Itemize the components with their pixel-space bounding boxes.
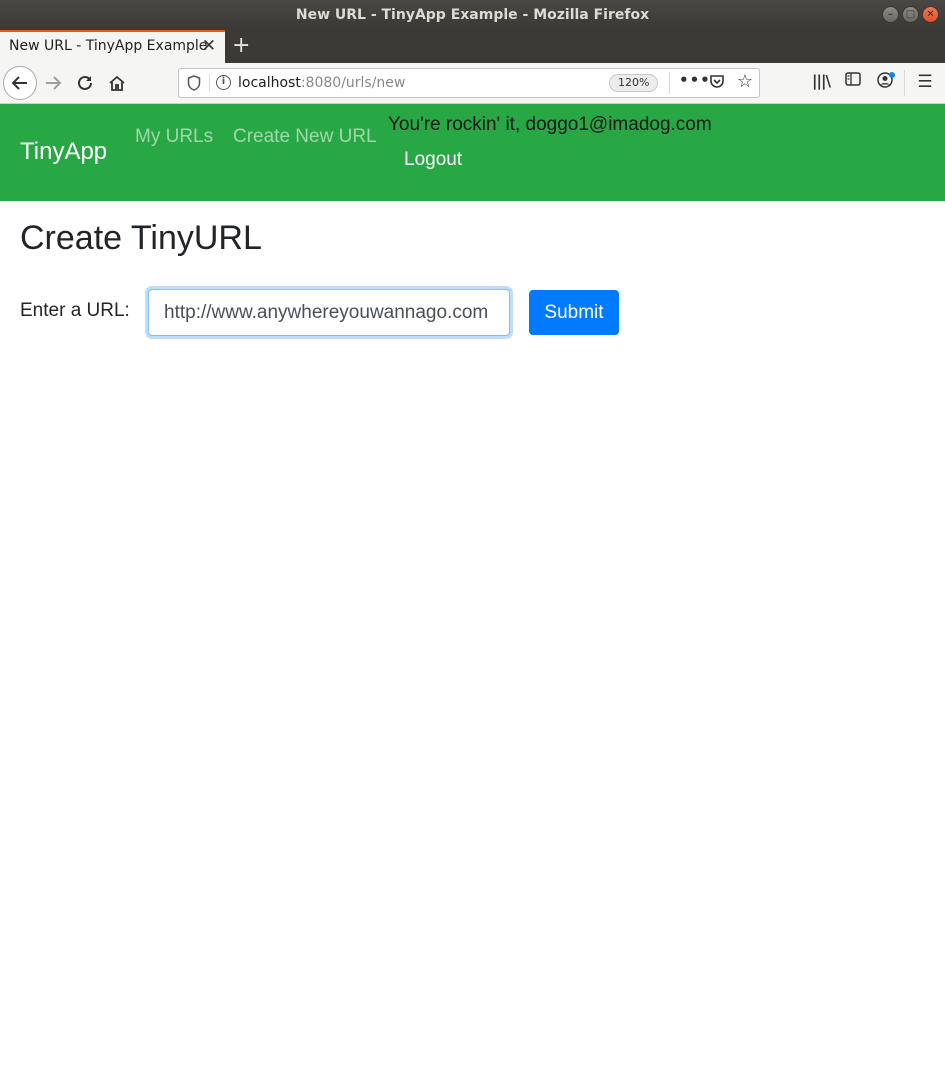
- brand-link[interactable]: TinyApp: [20, 138, 107, 166]
- url-label: Enter a URL:: [20, 300, 130, 321]
- tab-active[interactable]: New URL - TinyApp Example ✕: [0, 30, 225, 63]
- back-button[interactable]: [3, 66, 37, 100]
- pocket-glyph: [710, 75, 724, 88]
- account-icon[interactable]: [874, 72, 896, 94]
- site-navbar: TinyApp My URLs Create New URL You're ro…: [0, 104, 945, 201]
- home-icon: [109, 75, 125, 91]
- url-host: localhost: [238, 75, 301, 91]
- maximize-button[interactable]: □: [902, 6, 919, 23]
- tab-title: New URL - TinyApp Example: [9, 38, 208, 54]
- submit-button[interactable]: Submit: [529, 290, 619, 335]
- nav-my-urls-link[interactable]: My URLs: [135, 126, 213, 148]
- close-window-button[interactable]: ✕: [922, 6, 939, 23]
- url-path: :8080/urls/new: [300, 75, 406, 91]
- shield-icon[interactable]: [187, 75, 201, 91]
- bookmark-star-icon[interactable]: ☆: [735, 71, 755, 92]
- minimize-button[interactable]: –: [882, 6, 899, 23]
- forward-button[interactable]: [37, 67, 69, 99]
- info-icon[interactable]: i: [216, 75, 231, 90]
- pocket-icon[interactable]: [707, 73, 727, 93]
- browser-toolbar: i localhost:8080/urls/new 120% ••• ☆ |||…: [0, 63, 945, 104]
- home-button[interactable]: [101, 67, 133, 99]
- toolbar-separator: [904, 70, 905, 96]
- reload-icon: [78, 75, 92, 90]
- page-title: Create TinyURL: [20, 219, 262, 257]
- url-separator: [209, 74, 210, 92]
- forward-arrow-icon: [46, 76, 62, 90]
- tab-close-icon[interactable]: ✕: [202, 32, 216, 61]
- tab-strip: New URL - TinyApp Example ✕ +: [0, 30, 945, 63]
- url-input[interactable]: [148, 289, 510, 336]
- window-titlebar: New URL - TinyApp Example - Mozilla Fire…: [0, 0, 945, 30]
- window-title: New URL - TinyApp Example - Mozilla Fire…: [295, 7, 650, 23]
- zoom-badge[interactable]: 120%: [609, 74, 659, 92]
- hamburger-menu-icon[interactable]: ☰: [914, 72, 936, 94]
- notification-dot: [889, 72, 895, 78]
- sidebar-glyph: [845, 72, 861, 86]
- back-arrow-icon: [11, 76, 27, 90]
- sidebar-toggle-icon[interactable]: [842, 72, 864, 94]
- url-separator: [669, 72, 670, 94]
- library-icon[interactable]: |||\: [810, 72, 832, 94]
- new-tab-button[interactable]: +: [232, 30, 250, 61]
- reload-button[interactable]: [69, 67, 101, 99]
- url-text[interactable]: localhost:8080/urls/new: [238, 75, 405, 91]
- logout-button[interactable]: Logout: [404, 149, 462, 171]
- more-actions-icon[interactable]: •••: [679, 71, 710, 89]
- url-bar[interactable]: i localhost:8080/urls/new 120% ••• ☆: [178, 68, 760, 98]
- user-greeting: You're rockin' it, doggo1@imadog.com: [388, 114, 712, 135]
- nav-create-url-link[interactable]: Create New URL: [233, 126, 377, 148]
- window-controls: – □ ✕: [882, 6, 939, 23]
